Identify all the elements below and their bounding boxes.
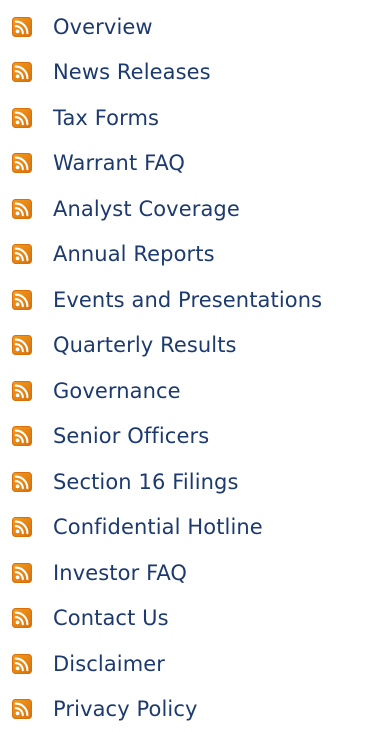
rss-feed-icon[interactable]: [12, 381, 32, 401]
feed-item-annual-reports[interactable]: Annual Reports: [12, 232, 322, 278]
feed-item-news-releases[interactable]: News Releases: [12, 50, 322, 96]
feed-label[interactable]: Annual Reports: [53, 242, 215, 266]
feed-label[interactable]: Warrant FAQ: [53, 151, 185, 175]
feed-item-investor-faq[interactable]: Investor FAQ: [12, 550, 322, 596]
feed-item-section-16-filings[interactable]: Section 16 Filings: [12, 459, 322, 505]
feed-item-tax-forms[interactable]: Tax Forms: [12, 95, 322, 141]
feed-label[interactable]: Confidential Hotline: [53, 515, 263, 539]
rss-feed-icon[interactable]: [12, 472, 32, 492]
feed-link-warrant-faq[interactable]: Warrant FAQ: [12, 151, 185, 175]
feed-label[interactable]: Analyst Coverage: [53, 197, 240, 221]
feed-item-events-and-presentations[interactable]: Events and Presentations: [12, 277, 322, 323]
rss-feed-icon[interactable]: [12, 699, 32, 719]
feed-link-senior-officers[interactable]: Senior Officers: [12, 424, 209, 448]
rss-feed-icon[interactable]: [12, 608, 32, 628]
feed-label[interactable]: Privacy Policy: [53, 697, 198, 721]
feed-link-section-16-filings[interactable]: Section 16 Filings: [12, 470, 239, 494]
feed-item-privacy-policy[interactable]: Privacy Policy: [12, 687, 322, 732]
feed-label[interactable]: Tax Forms: [53, 106, 159, 130]
rss-feed-icon[interactable]: [12, 517, 32, 537]
feed-label[interactable]: News Releases: [53, 60, 211, 84]
feed-link-news-releases[interactable]: News Releases: [12, 60, 211, 84]
rss-feed-icon[interactable]: [12, 563, 32, 583]
feed-label[interactable]: Disclaimer: [53, 652, 165, 676]
feed-item-contact-us[interactable]: Contact Us: [12, 596, 322, 642]
rss-feed-icon[interactable]: [12, 62, 32, 82]
feed-item-senior-officers[interactable]: Senior Officers: [12, 414, 322, 460]
feed-link-contact-us[interactable]: Contact Us: [12, 606, 169, 630]
rss-feed-icon[interactable]: [12, 335, 32, 355]
feed-link-investor-faq[interactable]: Investor FAQ: [12, 561, 187, 585]
rss-feed-icon[interactable]: [12, 244, 32, 264]
feed-item-quarterly-results[interactable]: Quarterly Results: [12, 323, 322, 369]
feed-label[interactable]: Contact Us: [53, 606, 169, 630]
feed-link-quarterly-results[interactable]: Quarterly Results: [12, 333, 237, 357]
feed-item-warrant-faq[interactable]: Warrant FAQ: [12, 141, 322, 187]
feed-item-analyst-coverage[interactable]: Analyst Coverage: [12, 186, 322, 232]
rss-feed-list: Overview News Releases Tax Forms Warrant…: [12, 4, 322, 732]
feed-item-governance[interactable]: Governance: [12, 368, 322, 414]
rss-feed-icon[interactable]: [12, 290, 32, 310]
feed-label[interactable]: Overview: [53, 15, 153, 39]
feed-label[interactable]: Events and Presentations: [53, 288, 322, 312]
feed-item-overview[interactable]: Overview: [12, 4, 322, 50]
rss-feed-icon[interactable]: [12, 17, 32, 37]
feed-label[interactable]: Senior Officers: [53, 424, 209, 448]
feed-link-governance[interactable]: Governance: [12, 379, 181, 403]
feed-item-disclaimer[interactable]: Disclaimer: [12, 641, 322, 687]
rss-feed-icon[interactable]: [12, 108, 32, 128]
feed-label[interactable]: Governance: [53, 379, 181, 403]
feed-label[interactable]: Quarterly Results: [53, 333, 237, 357]
feed-link-overview[interactable]: Overview: [12, 15, 153, 39]
rss-feed-icon[interactable]: [12, 153, 32, 173]
feed-link-privacy-policy[interactable]: Privacy Policy: [12, 697, 198, 721]
feed-link-annual-reports[interactable]: Annual Reports: [12, 242, 215, 266]
feed-label[interactable]: Section 16 Filings: [53, 470, 239, 494]
rss-feed-icon[interactable]: [12, 199, 32, 219]
feed-item-confidential-hotline[interactable]: Confidential Hotline: [12, 505, 322, 551]
rss-feed-icon[interactable]: [12, 654, 32, 674]
feed-link-tax-forms[interactable]: Tax Forms: [12, 106, 159, 130]
feed-label[interactable]: Investor FAQ: [53, 561, 187, 585]
rss-feed-icon[interactable]: [12, 426, 32, 446]
feed-link-events-and-presentations[interactable]: Events and Presentations: [12, 288, 322, 312]
feed-link-confidential-hotline[interactable]: Confidential Hotline: [12, 515, 263, 539]
feed-link-disclaimer[interactable]: Disclaimer: [12, 652, 165, 676]
feed-link-analyst-coverage[interactable]: Analyst Coverage: [12, 197, 240, 221]
